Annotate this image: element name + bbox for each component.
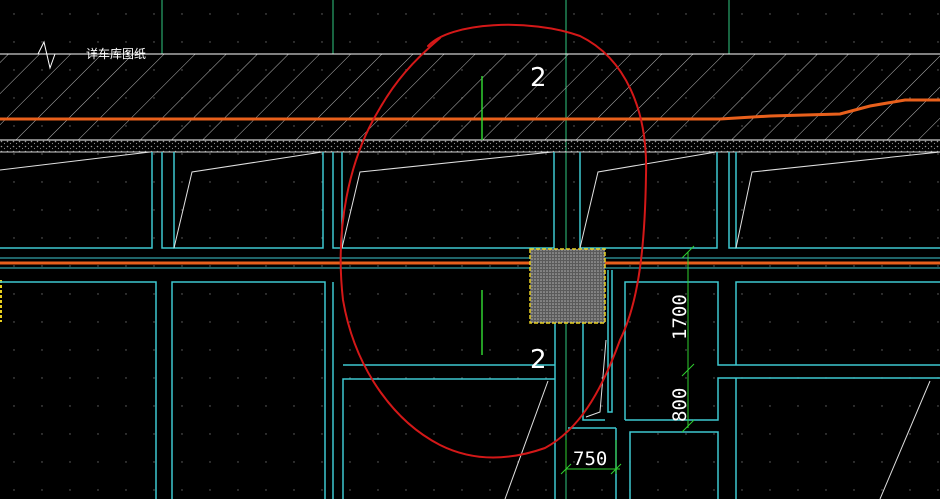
gravel-layer: [0, 140, 940, 152]
section-mark-top[interactable]: 2: [530, 63, 547, 93]
section-mark-bottom[interactable]: 2: [530, 345, 547, 375]
dimension-800[interactable]: 800: [669, 388, 691, 422]
column-section[interactable]: [529, 248, 606, 324]
dimension-1700[interactable]: 1700: [669, 294, 691, 340]
dimension-750[interactable]: 750: [573, 448, 607, 470]
slab-section: [0, 53, 940, 153]
cad-drawing-canvas[interactable]: 详车库图纸 2 2 1700 800 750: [0, 0, 940, 499]
drawing-note[interactable]: 详车库图纸: [86, 46, 146, 61]
slab-hatch: [0, 54, 940, 140]
